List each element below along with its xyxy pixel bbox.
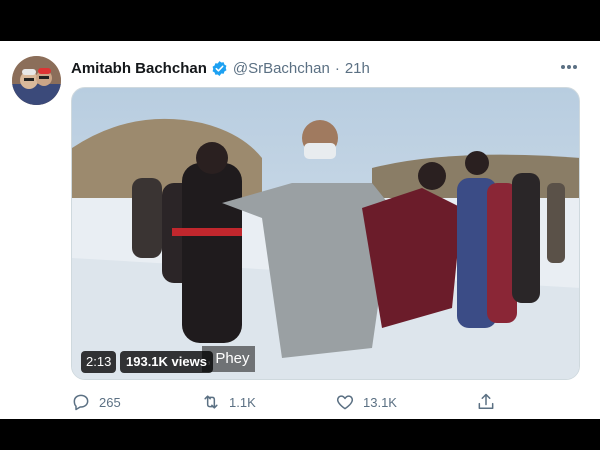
avatar-image [12,56,61,105]
tweet-card: Amitabh Bachchan @SrBachchan · 21h , Phe… [0,41,600,419]
reply-icon [71,392,91,412]
tweet-header: Amitabh Bachchan @SrBachchan · 21h [71,58,370,78]
share-icon [476,392,496,412]
author-name[interactable]: Amitabh Bachchan [71,60,207,77]
author-handle[interactable]: @SrBachchan [233,60,330,77]
video-frame [72,88,579,379]
video-duration: 2:13 [81,351,117,373]
retweet-count: 1.1K [229,394,256,410]
verified-badge-icon [211,60,228,77]
heart-icon [335,392,355,412]
tweet-timestamp[interactable]: 21h [345,60,370,77]
reply-button[interactable]: 265 [71,391,121,413]
share-button[interactable] [476,391,496,413]
like-count: 13.1K [363,394,397,410]
video-player[interactable]: , Phey 2:13 193.1K views [71,87,580,380]
tweet-actions: 265 1.1K 13.1K [71,391,531,413]
avatar[interactable] [12,56,61,105]
reply-count: 265 [99,394,121,410]
more-horizontal-icon[interactable] [558,58,580,76]
video-views: 193.1K views [120,351,213,373]
separator-dot: · [334,59,340,77]
retweet-icon [201,392,221,412]
retweet-button[interactable]: 1.1K [201,391,256,413]
like-button[interactable]: 13.1K [335,391,397,413]
